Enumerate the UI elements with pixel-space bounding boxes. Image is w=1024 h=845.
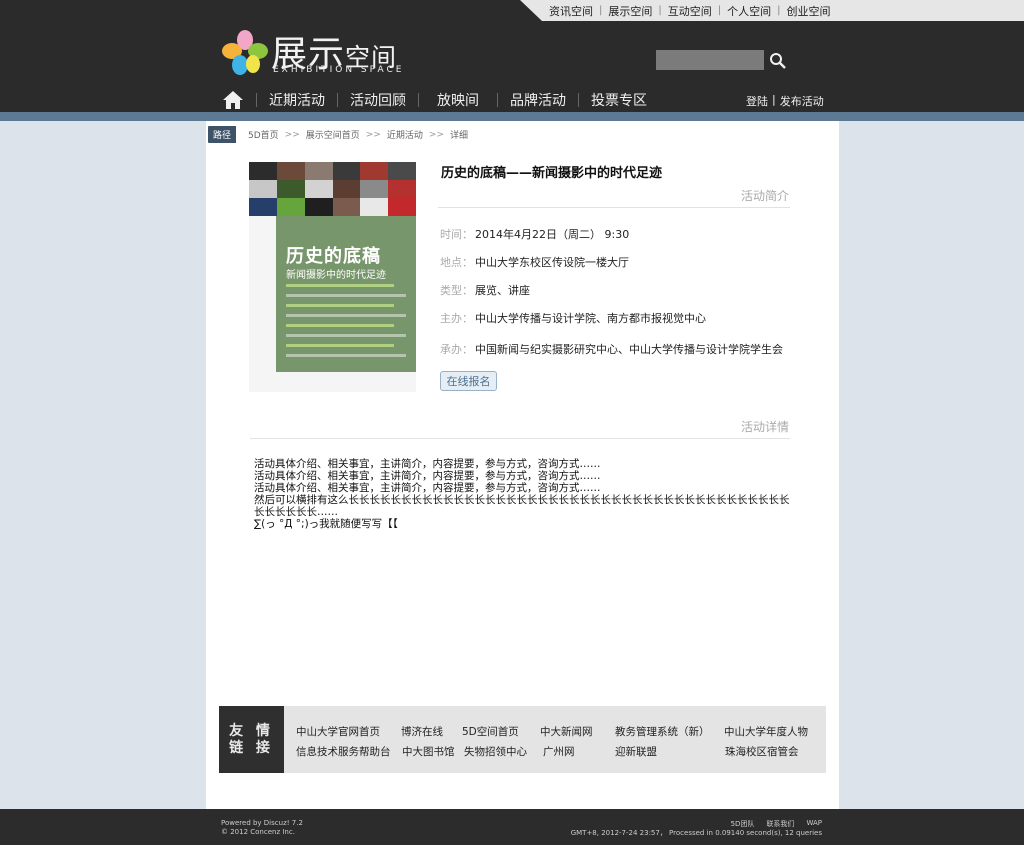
link-academic-system[interactable]: 教务管理系统（新） (615, 724, 710, 739)
link-annual-person[interactable]: 中山大学年度人物 (724, 724, 808, 739)
breadcrumb-detail: 详细 (450, 131, 469, 141)
event-title: 历史的底稿——新闻摄影中的时代足迹 (441, 166, 663, 181)
flower-logo-icon (222, 30, 268, 75)
detail-line: ∑(っ °Д °;)っ我就随便写写【【 (254, 518, 398, 530)
poster-bottom-band (249, 372, 416, 392)
info-type: 类型： 展览、讲座 (440, 284, 530, 297)
publish-event-link[interactable]: 发布活动 (780, 93, 824, 109)
nav-voting-zone[interactable]: 投票专区 (579, 90, 659, 110)
friend-links-label: 友 情 链 接 (219, 706, 284, 773)
event-detail-text: 活动具体介绍、相关事宜，主讲简介，内容提要，参与方式，咨询方式…… 活动具体介绍… (254, 458, 794, 530)
poster-subtitle: 新闻摄影中的时代足迹 (286, 270, 386, 281)
login-link[interactable]: 登陆 (746, 93, 768, 109)
copyright: © 2012 Concenz Inc. (221, 828, 295, 836)
search-input[interactable] (656, 50, 764, 70)
link-lost-found[interactable]: 失物招领中心 (464, 744, 527, 759)
nav-event-review[interactable]: 活动回顾 (338, 90, 418, 110)
online-signup-button[interactable]: 在线报名 (440, 371, 497, 391)
footer-stats: GMT+8, 2012-7-24 23:57， Processed in 0.0… (570, 829, 822, 837)
nav-screening-room[interactable]: 放映间 (419, 90, 497, 110)
nav-brand-events[interactable]: 品牌活动 (498, 90, 578, 110)
site-logo[interactable]: 展示空间 EXHIBITION SPACE (220, 25, 420, 77)
home-icon[interactable] (222, 90, 244, 110)
topnav-interactive-space[interactable]: 互动空间 (662, 3, 718, 19)
link-it-helpdesk[interactable]: 信息技术服务帮助台 (296, 744, 391, 759)
breadcrumb-exhibition-home[interactable]: 展示空间首页 (306, 128, 360, 141)
topnav-startup-space[interactable]: 创业空间 (781, 3, 837, 19)
poster-title: 历史的底稿 (286, 246, 381, 267)
info-organizer: 主办： 中山大学传播与设计学院、南方都市报视觉中心 (440, 312, 706, 325)
link-library[interactable]: 中大图书馆 (402, 744, 455, 759)
link-5d-home[interactable]: 5D空间首页 (462, 724, 519, 739)
topnav-exhibition-space[interactable]: 展示空间 (602, 3, 658, 19)
friend-links: 友 情 链 接 中山大学官网首页 博济在线 5D空间首页 中大新闻网 教务管理系… (219, 706, 826, 773)
breadcrumb-tag: 路径 (208, 126, 237, 143)
link-zhuhai-dorm[interactable]: 珠海校区宿管会 (725, 744, 799, 759)
detail-line: 活动具体介绍、相关事宜，主讲简介，内容提要，参与方式，咨询方式…… (254, 458, 601, 470)
event-poster: 历史的底稿 新闻摄影中的时代足迹 (249, 162, 416, 392)
link-sysu-news[interactable]: 中大新闻网 (540, 724, 593, 739)
intro-divider (438, 207, 790, 208)
poster-photo-grid (249, 162, 416, 216)
intro-heading: 活动简介 (740, 189, 789, 203)
detail-line: 活动具体介绍、相关事宜，主讲简介，内容提要，参与方式，咨询方式…… (254, 470, 601, 482)
link-welcome-union[interactable]: 迎新联盟 (615, 744, 657, 759)
auth-separator: | (772, 93, 776, 106)
top-nav: 资讯空间 | 展示空间 | 互动空间 | 个人空间 | 创业空间 (543, 0, 837, 21)
breadcrumb-5d-home[interactable]: 5D首页 (248, 128, 279, 141)
search-icon[interactable] (768, 51, 788, 71)
main-nav: 近期活动 活动回顾 放映间 品牌活动 投票专区 (222, 88, 659, 112)
header-strip (0, 112, 1024, 121)
info-location: 地点： 中山大学东校区传设院一楼大厅 (440, 256, 629, 269)
info-time: 时间： 2014年4月22日（周二） 9:30 (440, 228, 630, 241)
link-guangzhou-net[interactable]: 广州网 (543, 744, 575, 759)
poster-text-lines (286, 284, 406, 364)
auth-links: 登陆 | 发布活动 (746, 93, 824, 109)
poster-side-band (249, 216, 276, 392)
powered-by: Powered by Discuz! 7.2 (221, 819, 303, 827)
logo-subtitle: EXHIBITION SPACE (273, 65, 405, 75)
topnav-news-space[interactable]: 资讯空间 (543, 3, 599, 19)
link-boji-online[interactable]: 博济在线 (401, 724, 443, 739)
detail-line: 活动具体介绍、相关事宜，主讲简介，内容提要，参与方式，咨询方式…… (254, 482, 601, 494)
detail-line: 然后可以横排有这么长长长长长长长长长长长长长长长长长长长长长长长长长长长长长长长… (254, 494, 790, 518)
link-sysu-home[interactable]: 中山大学官网首页 (296, 724, 380, 739)
topnav-personal-space[interactable]: 个人空间 (721, 3, 777, 19)
info-co-organizer: 承办： 中国新闻与纪实摄影研究中心、中山大学传播与设计学院学生会 (440, 343, 783, 356)
breadcrumb: 路径 5D首页 >> 展示空间首页 >> 近期活动 >> 详细 (208, 126, 468, 143)
breadcrumb-recent-events[interactable]: 近期活动 (387, 128, 423, 141)
detail-divider (250, 438, 790, 439)
site-footer: Powered by Discuz! 7.2 © 2012 Concenz In… (0, 809, 1024, 845)
nav-recent-events[interactable]: 近期活动 (257, 90, 337, 110)
detail-heading: 活动详情 (740, 420, 789, 434)
